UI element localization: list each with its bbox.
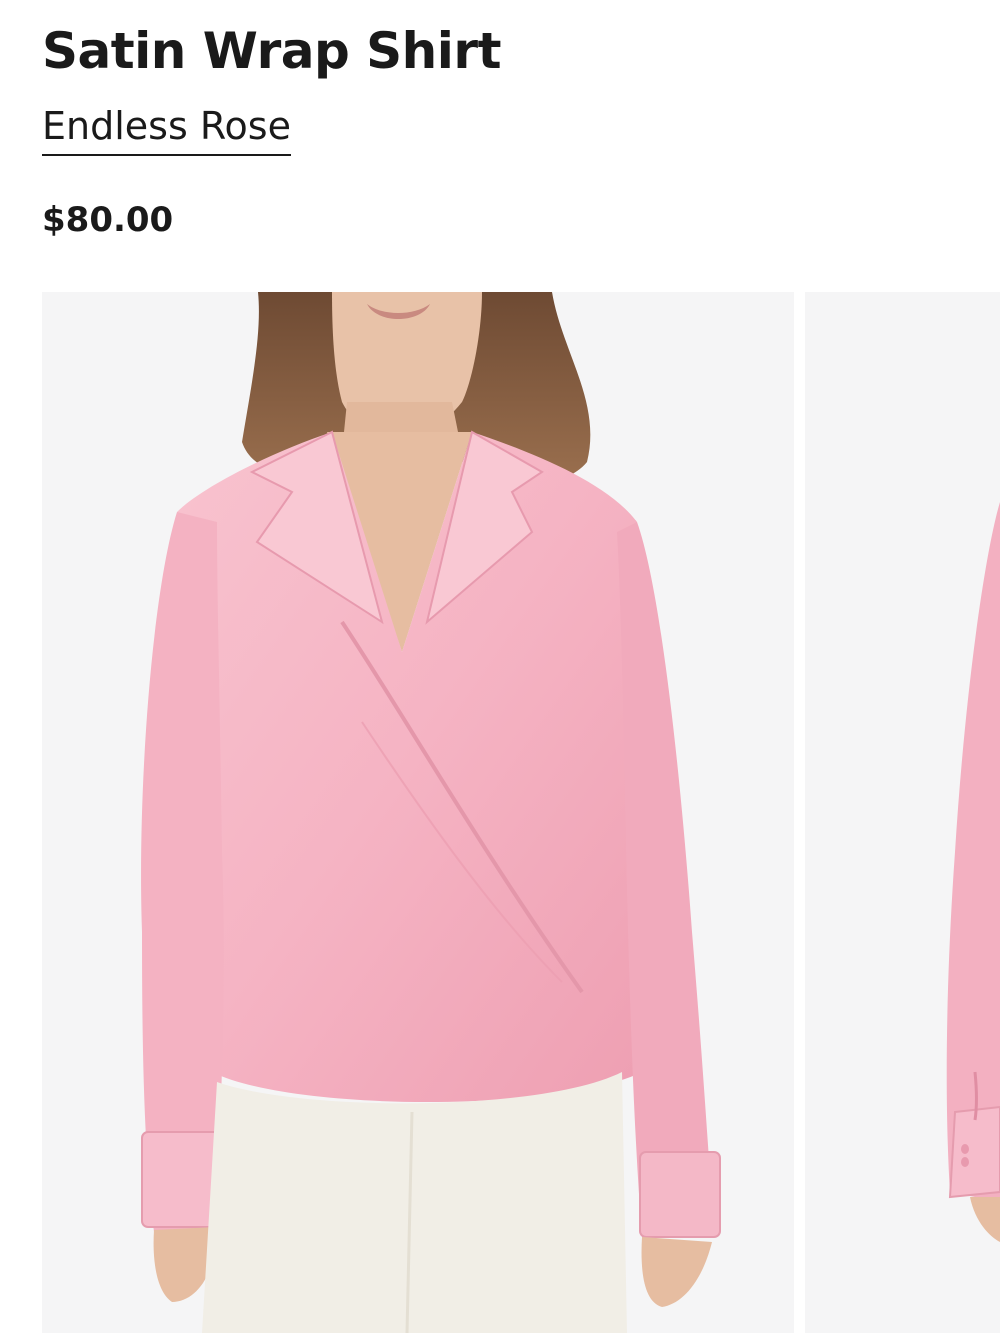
product-image-gallery[interactable] bbox=[42, 292, 1000, 1333]
product-image-front[interactable] bbox=[42, 292, 794, 1333]
product-image-side[interactable] bbox=[805, 292, 1000, 1333]
product-page: Satin Wrap Shirt Endless Rose $80.00 bbox=[0, 0, 1000, 1333]
model-photo-side bbox=[805, 292, 1000, 1333]
product-price: $80.00 bbox=[42, 200, 174, 240]
product-title: Satin Wrap Shirt bbox=[42, 22, 501, 80]
model-photo-front bbox=[42, 292, 794, 1333]
brand-link[interactable]: Endless Rose bbox=[42, 100, 291, 156]
